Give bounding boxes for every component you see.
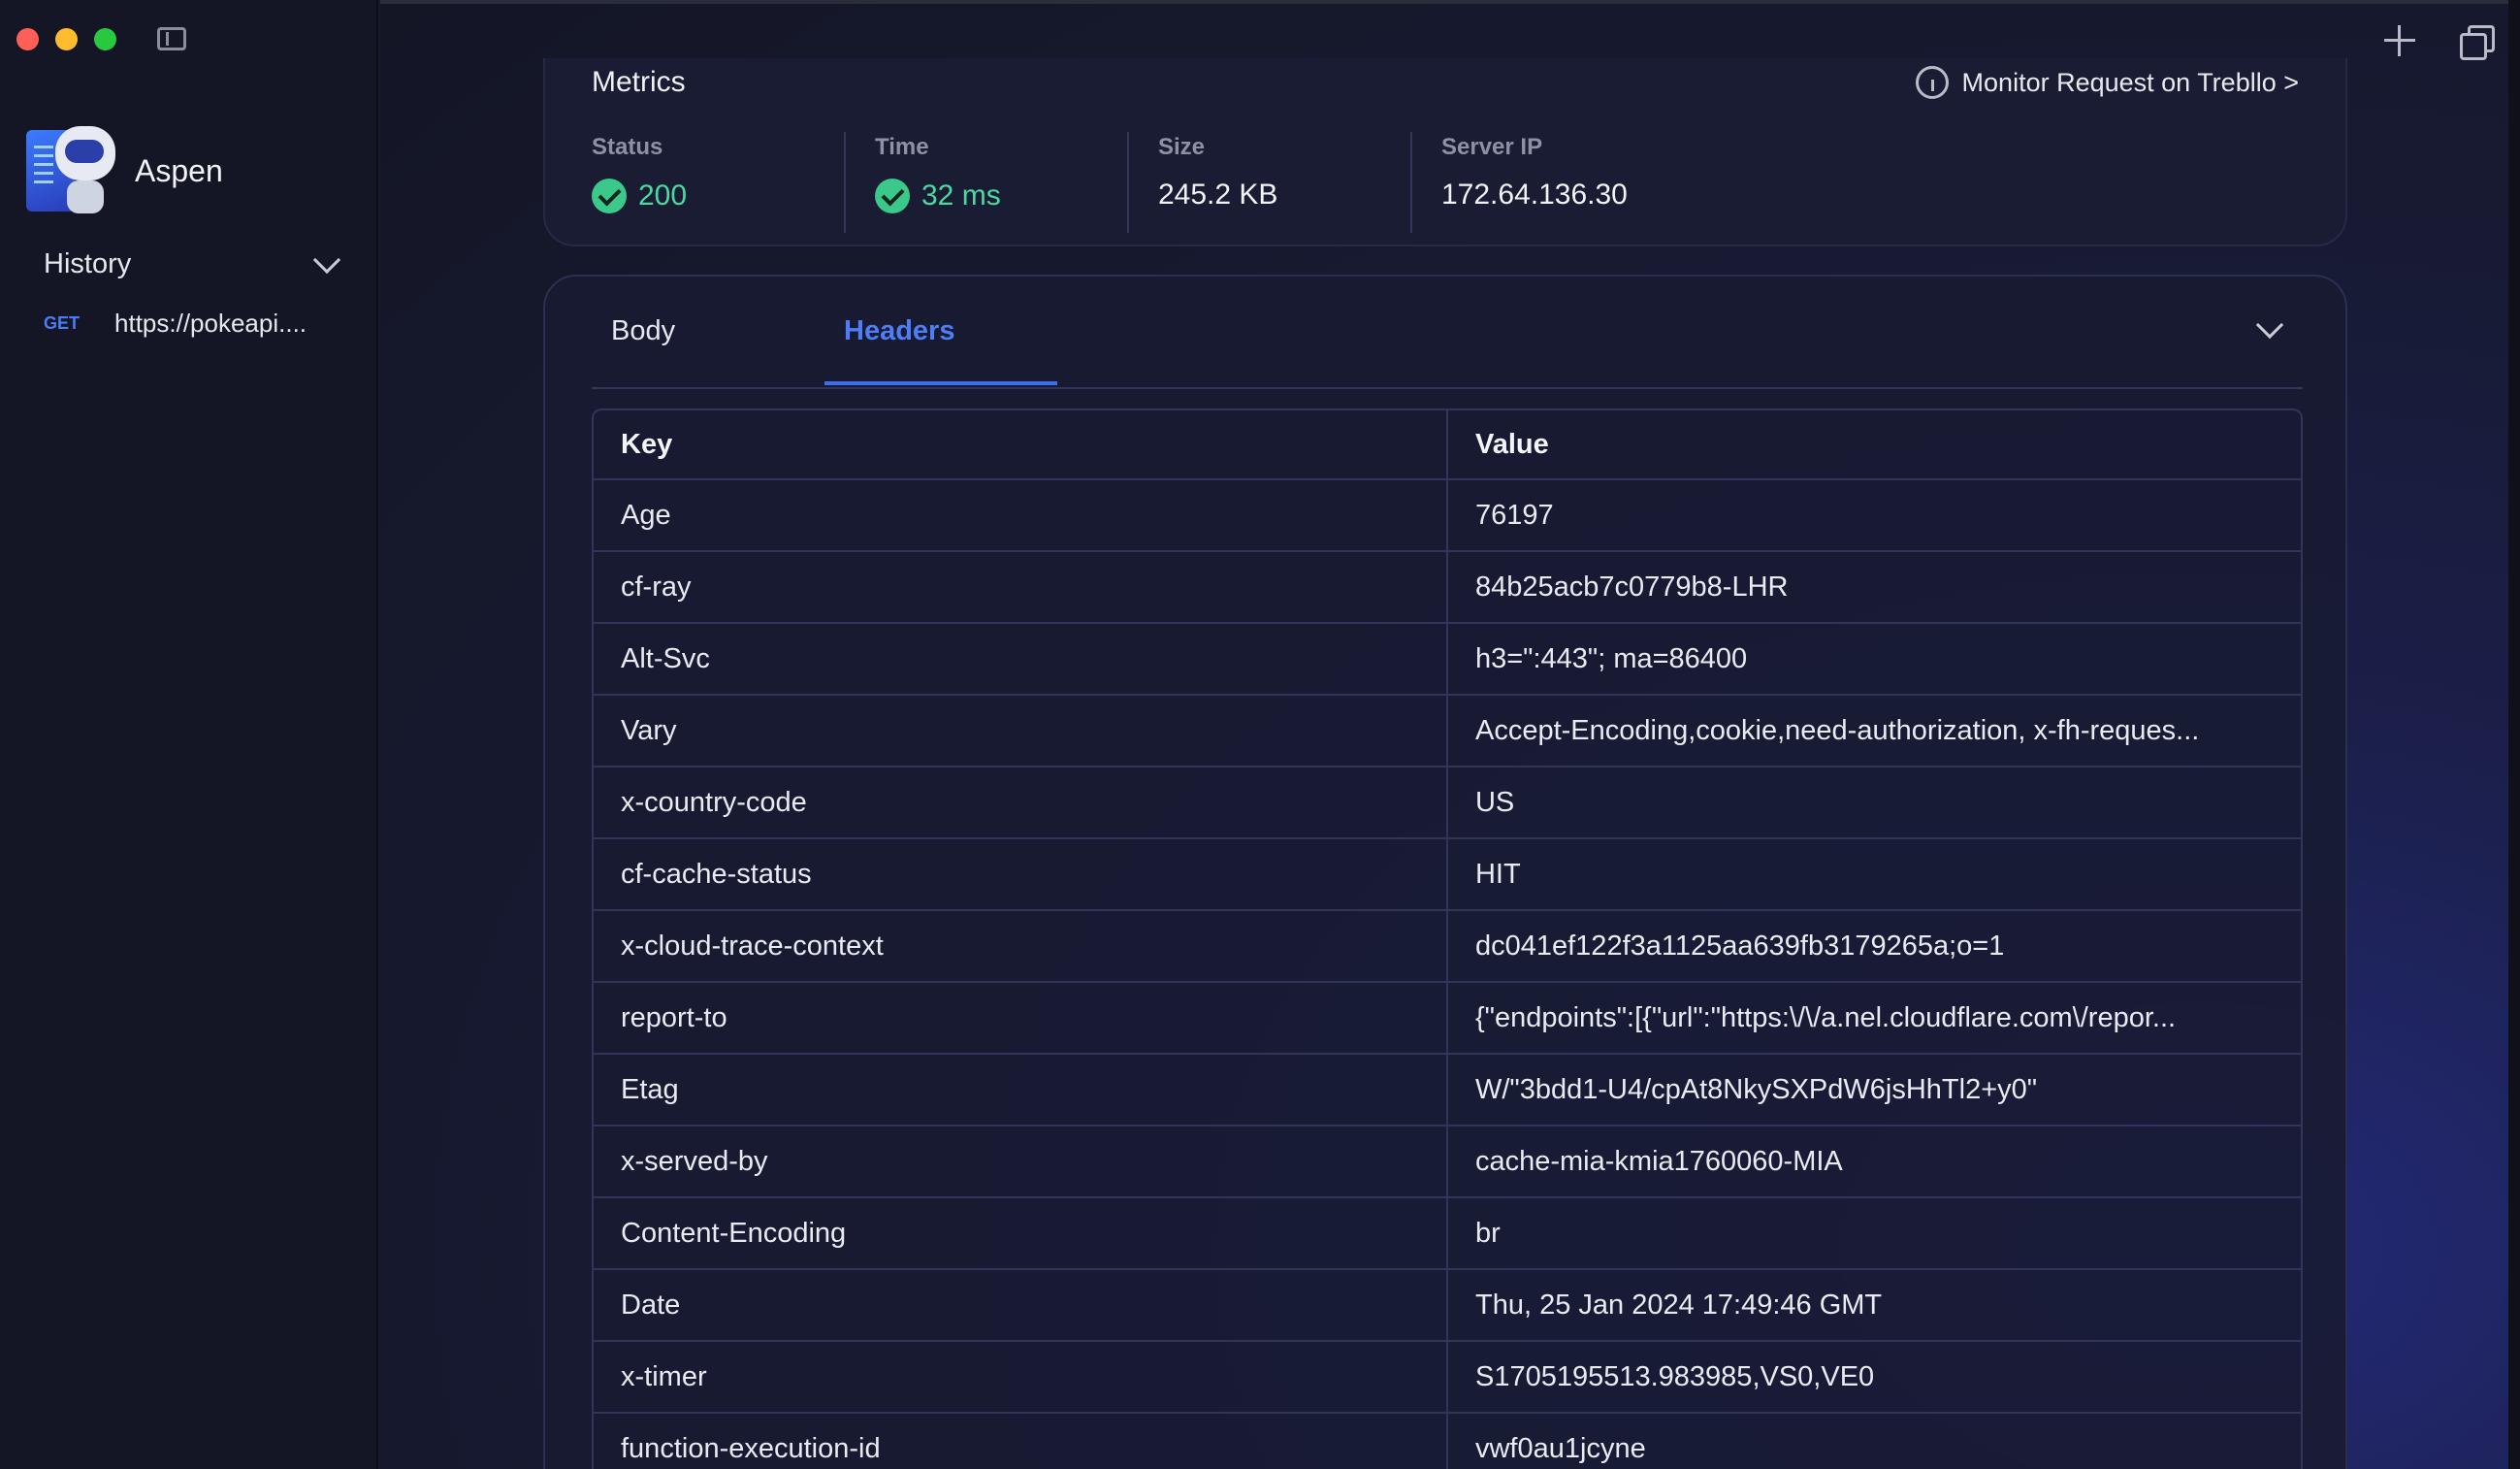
metric-value: 200 [638,180,688,212]
window-controls [16,28,116,50]
header-value-cell: HIT [1474,858,1521,890]
table-header-row: Key Value [594,410,2301,480]
headers-table: Key Value Age 76197 cf-ray 84b25acb7c0779b8… [592,408,2303,1469]
table-row: Date Thu, 25 Jan 2024 17:49:46 GMT [594,1270,2301,1342]
check-circle-icon [592,179,627,213]
header-value-cell: 84b25acb7c0779b8-LHR [1474,571,1789,603]
table-row: x-served-by cache-mia-kmia1760060-MIA [594,1126,2301,1198]
metric-time: Time 32 ms [875,132,1129,233]
header-key-cell: report-to [594,983,1448,1053]
header-value-cell: cache-mia-kmia1760060-MIA [1474,1145,1843,1177]
header-key-cell: Vary [594,696,1448,766]
header-value-cell: Accept-Encoding,cookie,need-authorizatio… [1474,714,2200,746]
header-key-cell: function-execution-id [594,1414,1448,1469]
header-key-cell: x-timer [594,1342,1448,1412]
header-key-cell: x-country-code [594,767,1448,837]
table-row: Content-Encoding br [594,1198,2301,1270]
active-tab-indicator [824,381,1057,385]
monitor-request-link[interactable]: Monitor Request on Trebllo > [1915,66,2299,99]
header-value-cell: h3=":443"; ma=86400 [1474,642,1748,674]
table-row: Alt-Svc h3=":443"; ma=86400 [594,624,2301,696]
metric-label: Time [875,134,929,160]
metric-label: Status [592,134,663,160]
check-circle-icon [875,179,910,213]
app-name: Aspen [135,152,223,188]
column-header-key: Key [594,410,1448,478]
table-row: x-timer S1705195513.983985,VS0,VE0 [594,1342,2301,1414]
header-value-cell: US [1474,786,1515,818]
header-value-cell: {"endpoints":[{"url":"https:\/\/a.nel.cl… [1474,1001,2177,1033]
header-key-cell: x-cloud-trace-context [594,911,1448,981]
chevron-down-icon[interactable] [2255,310,2284,340]
header-key-cell: Alt-Svc [594,624,1448,694]
duplicate-icon[interactable] [2460,25,2495,60]
header-key-cell: x-served-by [594,1126,1448,1196]
header-key-cell: Etag [594,1055,1448,1125]
metrics-card: Metrics Monitor Request on Trebllo > Sta… [543,58,2347,246]
history-item-method: GET [44,313,81,333]
table-row: report-to {"endpoints":[{"url":"https:\/\… [594,983,2301,1055]
metrics-title: Metrics [592,66,686,98]
header-value-cell: dc041ef122f3a1125aa639fb3179265a;o=1 [1474,930,2005,962]
minimize-window-button[interactable] [55,28,78,50]
tab-headers[interactable]: Headers [844,315,954,347]
chevron-down-icon[interactable] [312,245,341,274]
info-icon [1915,66,1949,99]
metric-size: Size 245.2 KB [1158,132,1412,233]
header-value-cell: 76197 [1474,499,1554,531]
table-row: Etag W/"3bdd1-U4/cpAt8NkySXPdW6jsHhTl2+y0… [594,1055,2301,1126]
history-item[interactable]: GET https://pokeapi.... [44,309,354,339]
header-key-cell: Date [594,1270,1448,1340]
metrics-row: Status 200 Time 32 ms Size 245.2 KB Serv… [592,132,1725,233]
toolbar [2384,25,2495,60]
header-value-cell: Thu, 25 Jan 2024 17:49:46 GMT [1474,1289,1883,1321]
monitor-request-label: Monitor Request on Trebllo > [1961,67,2299,97]
sidebar-toggle-icon[interactable] [157,27,186,50]
metric-status: Status 200 [592,132,846,233]
response-tabs: Body Headers [592,277,2303,389]
header-key-cell: Content-Encoding [594,1198,1448,1268]
header-value-cell: S1705195513.983985,VS0,VE0 [1474,1360,1875,1392]
table-row: Vary Accept-Encoding,cookie,need-authoriz… [594,696,2301,767]
table-row: cf-ray 84b25acb7c0779b8-LHR [594,552,2301,624]
table-row: function-execution-id vwf0au1jcyne [594,1414,2301,1469]
metric-value: 32 ms [921,180,1001,212]
close-window-button[interactable] [16,28,39,50]
app-brand: Aspen [26,124,223,217]
tab-body[interactable]: Body [611,315,675,347]
table-row: x-cloud-trace-context dc041ef122f3a1125aa… [594,911,2301,983]
header-value-cell: vwf0au1jcyne [1474,1432,1646,1464]
history-item-url: https://pokeapi.... [114,309,307,338]
metric-value: 245.2 KB [1158,179,1278,211]
app-logo [26,124,119,217]
zoom-window-button[interactable] [94,28,116,50]
main-panel: Metrics Monitor Request on Trebllo > Sta… [380,0,2520,1469]
header-key-cell: cf-ray [594,552,1448,622]
metric-label: Size [1158,134,1206,160]
header-key-cell: cf-cache-status [594,839,1448,909]
table-row: cf-cache-status HIT [594,839,2301,911]
response-card: Body Headers Key Value Age 76197 cf-ray 84b… [543,275,2347,1469]
metric-server-ip: Server IP 172.64.136.30 [1441,132,1696,233]
column-header-value: Value [1474,428,1549,460]
metric-value: 172.64.136.30 [1441,179,1628,211]
header-value-cell: br [1474,1217,1501,1249]
history-title: History [44,248,132,279]
metric-label: Server IP [1441,134,1543,160]
new-request-plus-icon[interactable] [2384,25,2415,56]
history-section-header[interactable]: History [44,245,344,280]
table-row: x-country-code US [594,767,2301,839]
sidebar: Aspen History GET https://pokeapi.... [0,0,378,1469]
table-row: Age 76197 [594,480,2301,552]
header-key-cell: Age [594,480,1448,550]
header-value-cell: W/"3bdd1-U4/cpAt8NkySXPdW6jsHhTl2+y0" [1474,1073,2038,1105]
